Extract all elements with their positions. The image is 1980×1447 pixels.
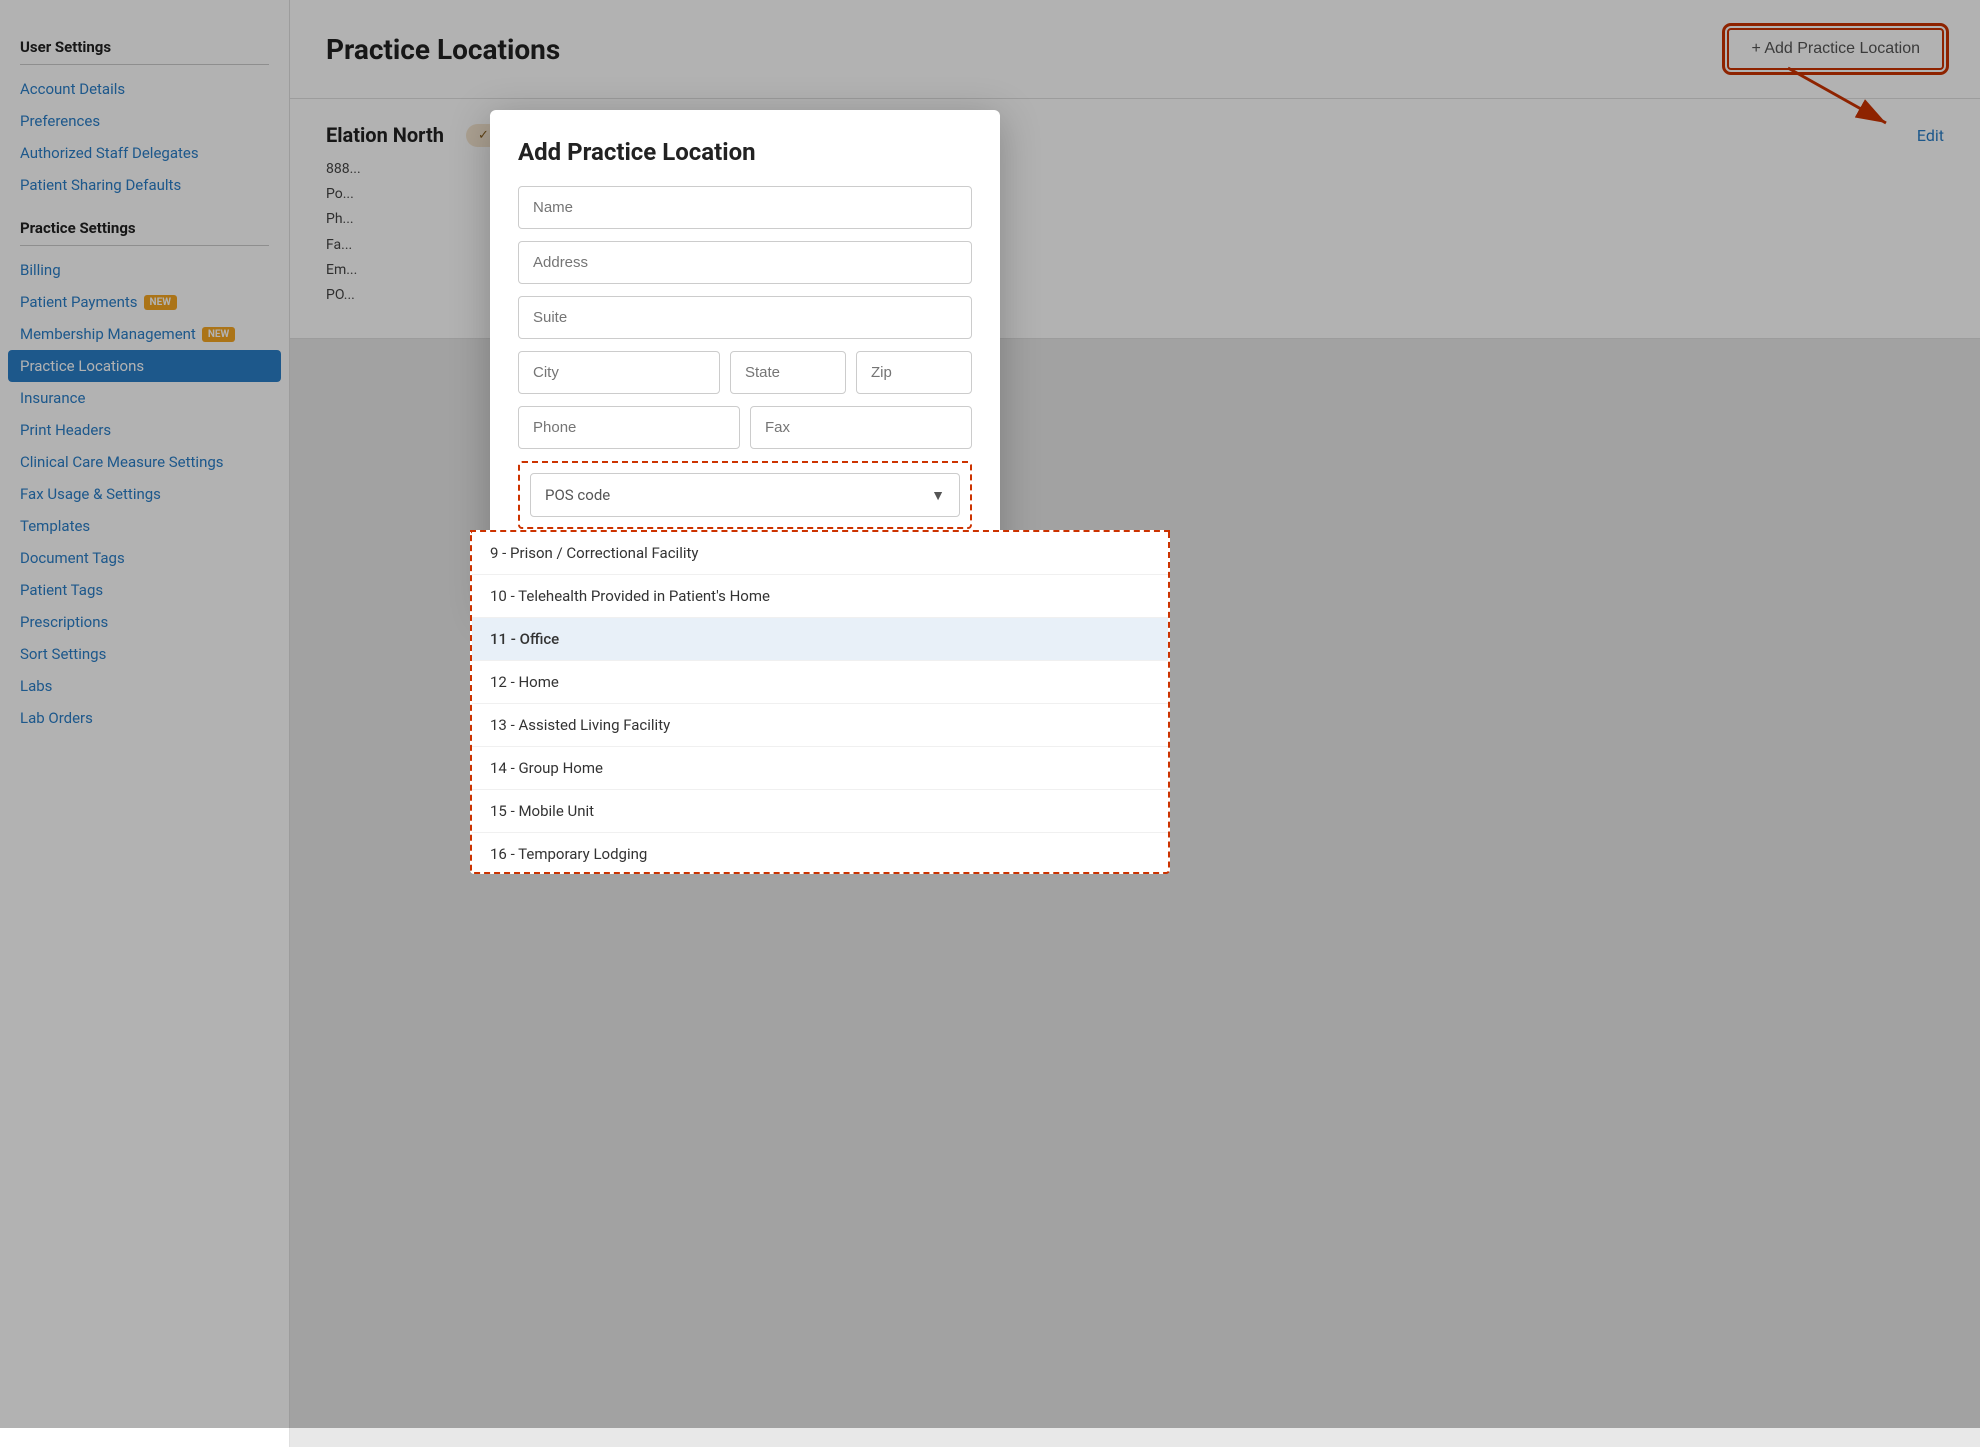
dropdown-item-13[interactable]: 13 - Assisted Living Facility xyxy=(472,704,1168,747)
suite-input[interactable] xyxy=(518,296,972,339)
dropdown-item-12[interactable]: 12 - Home xyxy=(472,661,1168,704)
phone-input[interactable] xyxy=(518,406,740,449)
pos-dropdown[interactable]: POS code ▼ xyxy=(530,473,960,517)
main-content: Practice Locations + Add Practice Locati… xyxy=(290,0,1980,1447)
state-input[interactable] xyxy=(730,351,846,394)
pos-label: POS code xyxy=(545,486,610,504)
city-state-zip-row xyxy=(518,351,972,394)
modal-title: Add Practice Location xyxy=(518,138,972,166)
dropdown-item-14[interactable]: 14 - Group Home xyxy=(472,747,1168,790)
dropdown-items-list: 9 - Prison / Correctional Facility10 - T… xyxy=(472,532,1168,872)
dropdown-item-9[interactable]: 9 - Prison / Correctional Facility xyxy=(472,532,1168,575)
name-input[interactable] xyxy=(518,186,972,229)
pos-dropdown-list: 9 - Prison / Correctional Facility10 - T… xyxy=(470,530,1170,874)
dropdown-item-15[interactable]: 15 - Mobile Unit xyxy=(472,790,1168,833)
zip-input[interactable] xyxy=(856,351,972,394)
dropdown-item-16[interactable]: 16 - Temporary Lodging xyxy=(472,833,1168,872)
dropdown-item-10[interactable]: 10 - Telehealth Provided in Patient's Ho… xyxy=(472,575,1168,618)
address-input[interactable] xyxy=(518,241,972,284)
pos-section: POS code ▼ xyxy=(518,461,972,529)
fax-input[interactable] xyxy=(750,406,972,449)
phone-fax-row xyxy=(518,406,972,449)
city-input[interactable] xyxy=(518,351,720,394)
dropdown-item-11[interactable]: 11 - Office xyxy=(472,618,1168,661)
chevron-down-icon: ▼ xyxy=(931,487,945,504)
